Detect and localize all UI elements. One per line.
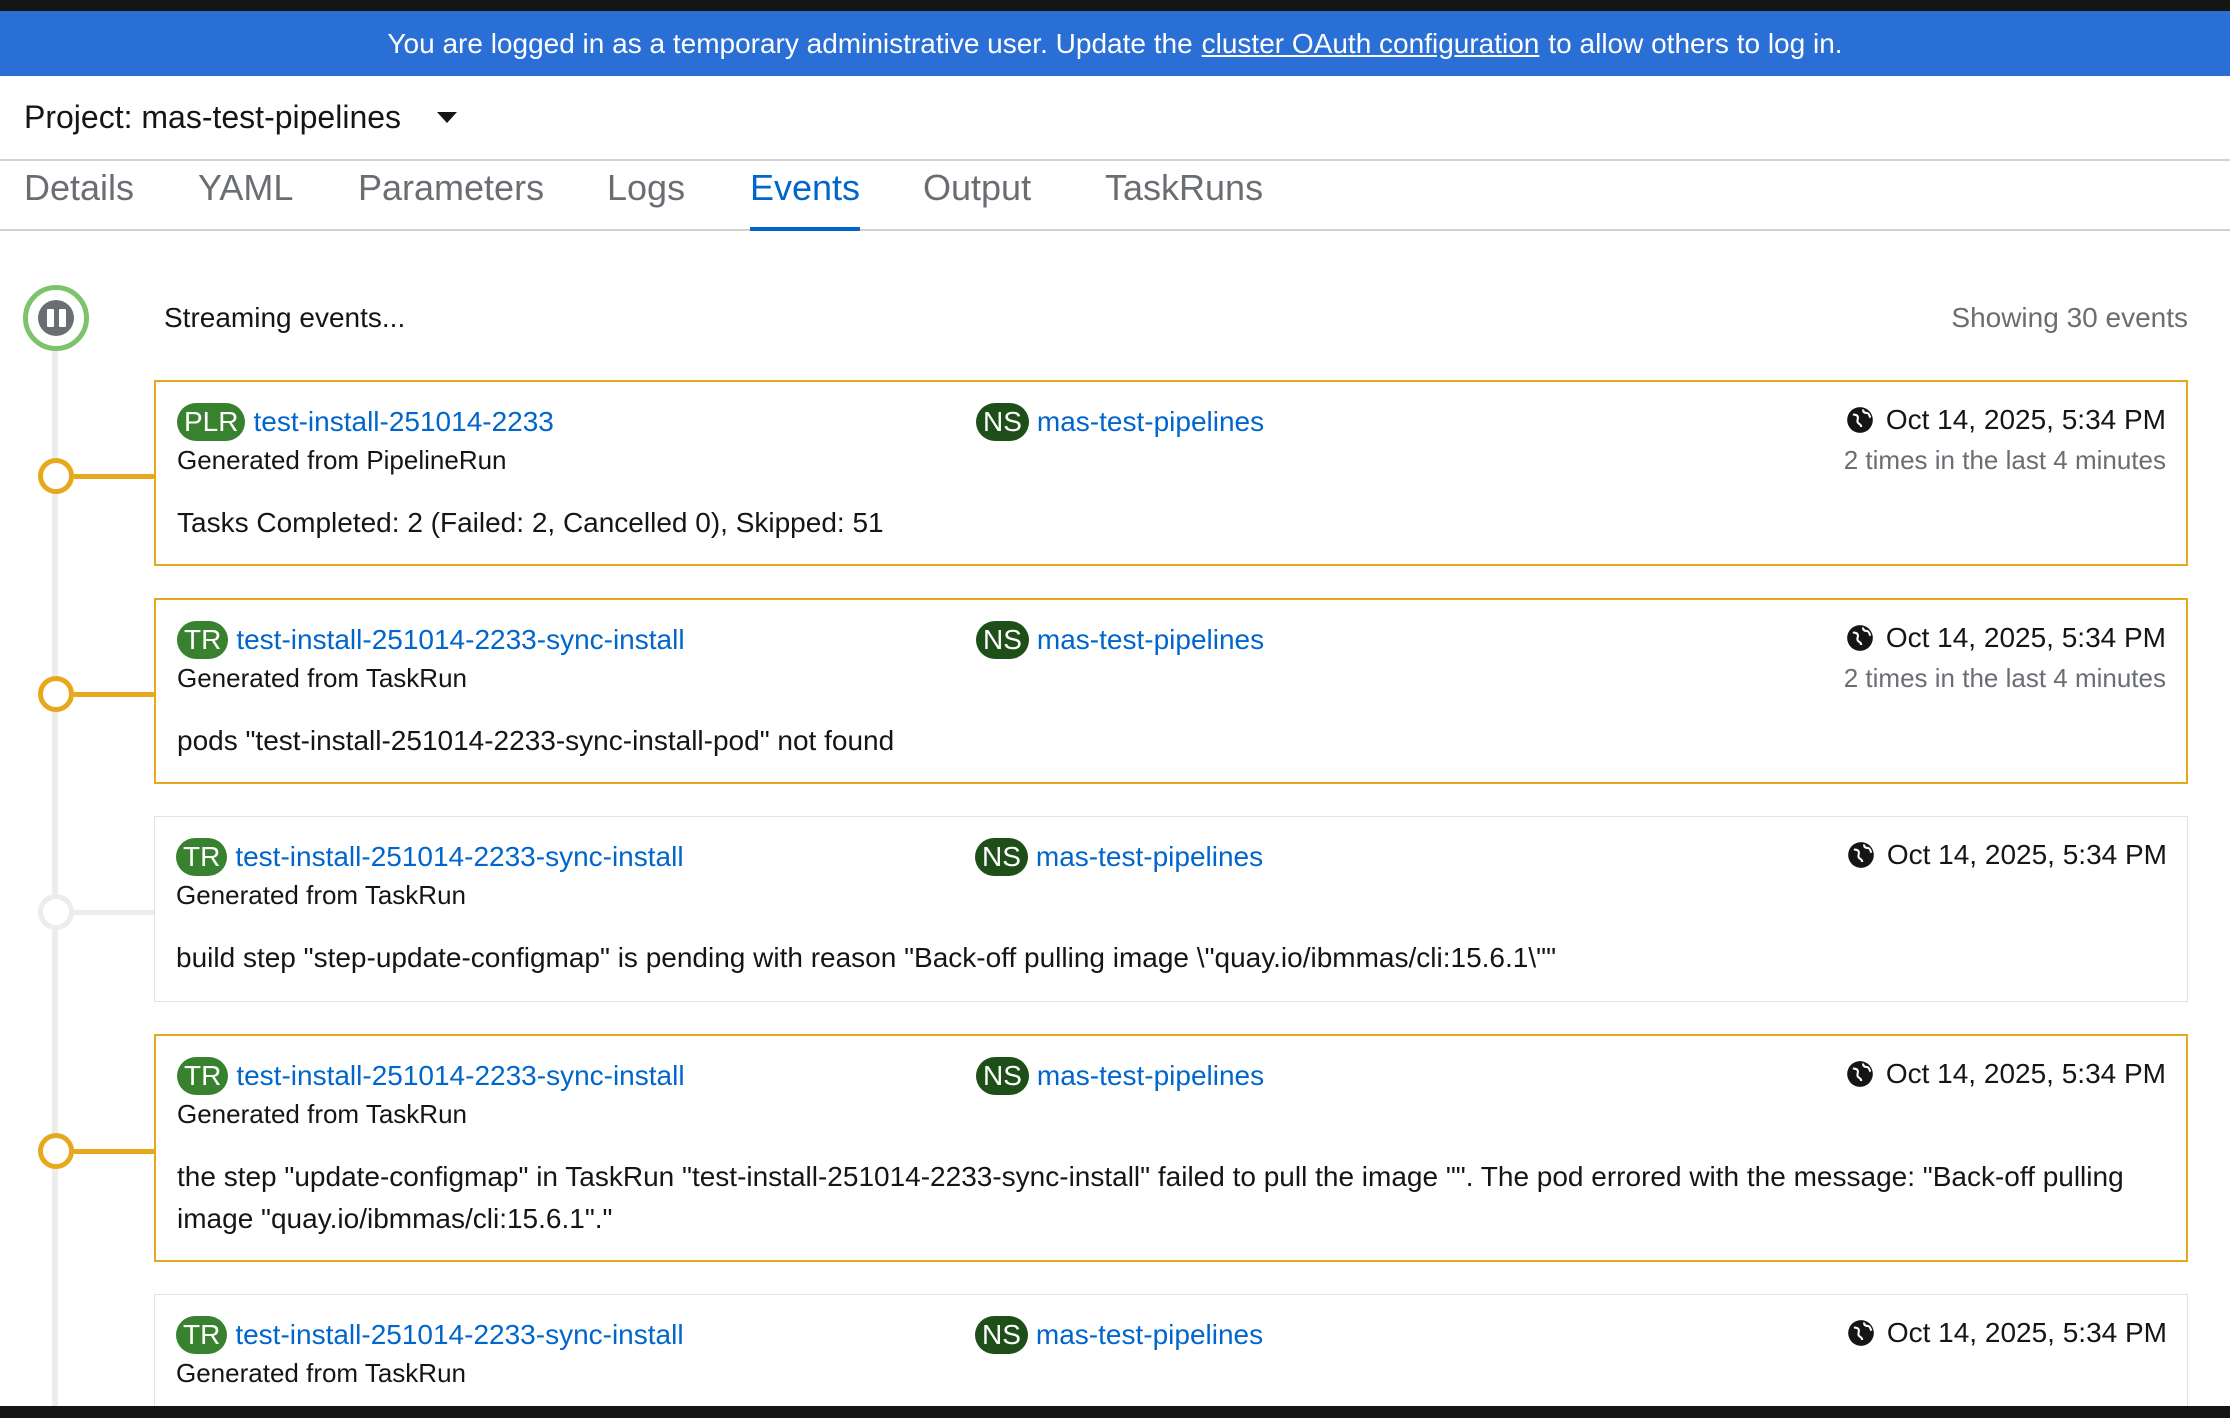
tab-taskruns[interactable]: TaskRuns (1105, 161, 1263, 231)
tab-details[interactable]: Details (24, 161, 134, 231)
event-resource: TR test-install-251014-2233-sync-install (176, 838, 684, 876)
timeline-node-warning (38, 1133, 74, 1169)
timeline-connector (74, 1149, 154, 1154)
event-message: build step "step-update-configmap" is pe… (176, 942, 1557, 973)
namespace-link[interactable]: mas-test-pipelines (1037, 1060, 1264, 1092)
taskrun-badge: TR (176, 838, 228, 876)
events-count: Showing 30 events (1951, 302, 2188, 333)
event-namespace: NS mas-test-pipelines (976, 621, 1264, 659)
pause-streaming-button[interactable] (23, 285, 89, 351)
event-namespace: NS mas-test-pipelines (975, 838, 1263, 876)
event-timestamp: Oct 14, 2025, 5:34 PM (1846, 404, 2166, 436)
timestamp-text: Oct 14, 2025, 5:34 PM (1885, 404, 2166, 435)
taskrun-badge: TR (176, 1316, 228, 1354)
streaming-status: Streaming events... (164, 302, 406, 333)
resource-link[interactable]: test-install-251014-2233-sync-install (236, 624, 684, 656)
timestamp-text: Oct 14, 2025, 5:34 PM (1886, 839, 2167, 870)
event-resource: PLR test-install-251014-2233 (177, 403, 554, 441)
namespace-badge: NS (976, 403, 1029, 441)
banner-text-after: to allow others to log in. (1548, 27, 1843, 59)
globe-icon (1846, 1061, 1873, 1087)
namespace-link[interactable]: mas-test-pipelines (1037, 624, 1264, 656)
timeline-node-warning (38, 676, 74, 712)
project-label: Project: mas-test-pipelines (24, 99, 402, 135)
timestamp-text: Oct 14, 2025, 5:34 PM (1886, 1317, 2167, 1348)
taskrun-badge: TR (177, 621, 229, 659)
timestamp-text: Oct 14, 2025, 5:34 PM (1885, 622, 2166, 653)
timeline-node (38, 894, 74, 930)
namespace-link[interactable]: mas-test-pipelines (1036, 841, 1263, 873)
timeline-connector (74, 474, 154, 479)
cluster-oauth-link[interactable]: cluster OAuth configuration (1202, 28, 1540, 60)
events-timeline (52, 350, 58, 1418)
banner-text-before: You are logged in as a temporary adminis… (387, 27, 1193, 59)
event-resource: TR test-install-251014-2233-sync-install (177, 621, 685, 659)
tab-logs[interactable]: Logs (607, 161, 685, 231)
globe-icon (1847, 1320, 1874, 1346)
tab-output[interactable]: Output (923, 161, 1031, 231)
resource-link[interactable]: test-install-251014-2233 (253, 406, 553, 438)
pipelinerun-badge: PLR (177, 403, 246, 441)
event-timestamp: Oct 14, 2025, 5:34 PM (1846, 1058, 2166, 1090)
resource-link[interactable]: test-install-251014-2233-sync-install (235, 1319, 683, 1351)
namespace-badge: NS (975, 838, 1028, 876)
tab-parameters[interactable]: Parameters (358, 161, 544, 231)
bottom-edge (0, 1406, 2230, 1418)
event-card: TR test-install-251014-2233-sync-install… (154, 1034, 2188, 1262)
event-namespace: NS mas-test-pipelines (975, 1316, 1263, 1354)
namespace-badge: NS (975, 1316, 1028, 1354)
globe-icon (1847, 842, 1874, 868)
event-namespace: NS mas-test-pipelines (976, 403, 1264, 441)
event-source: Generated from TaskRun (176, 1358, 466, 1388)
event-timestamp: Oct 14, 2025, 5:34 PM (1847, 1317, 2167, 1349)
resource-link[interactable]: test-install-251014-2233-sync-install (235, 841, 683, 873)
globe-icon (1846, 625, 1873, 651)
taskrun-badge: TR (177, 1057, 229, 1095)
event-source: Generated from PipelineRun (177, 445, 507, 475)
admin-banner: You are logged in as a temporary adminis… (0, 11, 2230, 76)
event-message: the step "update-configmap" in TaskRun "… (177, 1161, 2124, 1234)
event-resource: TR test-install-251014-2233-sync-install (176, 1316, 684, 1354)
event-timestamp: Oct 14, 2025, 5:34 PM (1847, 839, 2167, 871)
pause-icon (38, 300, 74, 336)
event-card: TR test-install-251014-2233-sync-install… (154, 598, 2188, 784)
namespace-badge: NS (976, 1057, 1029, 1095)
event-source: Generated from TaskRun (177, 1099, 467, 1129)
event-repeat-count: 2 times in the last 4 minutes (1843, 445, 2166, 475)
timeline-connector (74, 692, 154, 697)
tab-yaml[interactable]: YAML (198, 161, 293, 231)
tab-bar: Details YAML Parameters Logs Events Outp… (0, 161, 2230, 231)
namespace-badge: NS (976, 621, 1029, 659)
tab-events[interactable]: Events (750, 161, 861, 231)
timestamp-text: Oct 14, 2025, 5:34 PM (1885, 1058, 2166, 1089)
event-namespace: NS mas-test-pipelines (976, 1057, 1264, 1095)
timeline-node-warning (38, 458, 74, 494)
globe-icon (1846, 407, 1873, 433)
event-message: Tasks Completed: 2 (Failed: 2, Cancelled… (177, 507, 884, 538)
namespace-link[interactable]: mas-test-pipelines (1037, 406, 1264, 438)
event-source: Generated from TaskRun (176, 880, 466, 910)
event-message: pods "test-install-251014-2233-sync-inst… (177, 725, 895, 756)
event-resource: TR test-install-251014-2233-sync-install (177, 1057, 685, 1095)
resource-link[interactable]: test-install-251014-2233-sync-install (236, 1060, 684, 1092)
event-source: Generated from TaskRun (177, 663, 467, 693)
event-card: PLR test-install-251014-2233 NS mas-test… (154, 380, 2188, 566)
event-repeat-count: 2 times in the last 4 minutes (1843, 663, 2166, 693)
event-card: TR test-install-251014-2233-sync-install… (154, 1294, 2188, 1418)
events-page: You are logged in as a temporary adminis… (0, 0, 2230, 1418)
namespace-link[interactable]: mas-test-pipelines (1036, 1319, 1263, 1351)
event-card: TR test-install-251014-2233-sync-install… (154, 816, 2188, 1002)
timeline-connector (74, 910, 154, 915)
top-edge (0, 0, 2230, 11)
event-timestamp: Oct 14, 2025, 5:34 PM (1846, 622, 2166, 654)
project-selector[interactable]: Project: mas-test-pipelines (0, 76, 2230, 161)
caret-down-icon[interactable] (437, 112, 458, 123)
